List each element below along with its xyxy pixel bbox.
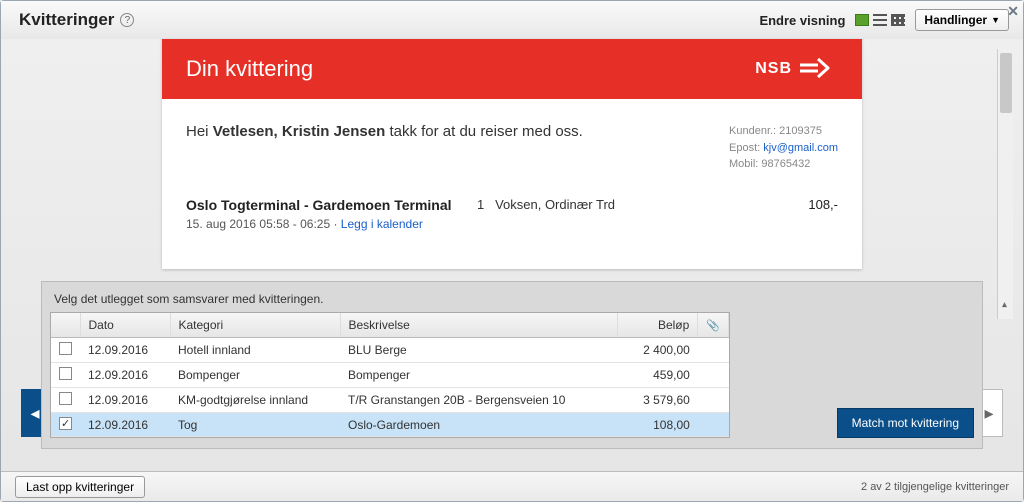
col-date[interactable]: Dato (80, 313, 170, 338)
table-row[interactable]: 12.09.2016TogOslo-Gardemoen108,00 (51, 413, 729, 437)
col-amount[interactable]: Beløp (618, 313, 698, 338)
cell-description: BLU Berge (340, 338, 618, 363)
calendar-link[interactable]: Legg i kalender (341, 217, 423, 231)
paperclip-icon: 📎 (706, 320, 720, 332)
epost-label: Epost: (729, 142, 760, 154)
cell-description: Bompenger (340, 363, 618, 388)
cell-date: 12.09.2016 (80, 363, 170, 388)
epost-value: kjv@gmail.com (763, 142, 838, 154)
ticket-price: 108,- (758, 197, 838, 212)
help-icon[interactable]: ? (120, 13, 134, 27)
scrollbar-vertical[interactable]: ▾ (997, 49, 1013, 319)
greeting-suffix: takk for at du reiser med oss. (389, 123, 582, 140)
row-checkbox[interactable] (59, 367, 72, 380)
cell-attachment (698, 388, 729, 413)
scrollbar-arrow-down-icon[interactable]: ▾ (1002, 299, 1007, 310)
col-attachment[interactable]: 📎 (698, 313, 729, 338)
scrollbar-thumb[interactable] (1000, 53, 1012, 113)
table-row[interactable]: 12.09.2016KM-godtgjørelse innlandT/R Gra… (51, 388, 729, 413)
row-checkbox[interactable] (59, 417, 72, 430)
match-panel: Velg det utlegget som samsvarer med kvit… (41, 281, 983, 449)
cell-category: Tog (170, 413, 340, 437)
row-checkbox[interactable] (59, 342, 72, 355)
ticket-route: Oslo Togterminal - Gardemoen Terminal (186, 197, 467, 213)
page-title: Kvitteringer (19, 10, 114, 30)
table-row[interactable]: 12.09.2016BompengerBompenger459,00 (51, 363, 729, 388)
expense-table: Dato Kategori Beskrivelse Beløp 📎 12.09.… (51, 313, 729, 437)
receipt-greeting: Hei Vetlesen, Kristin Jensen takk for at… (186, 123, 583, 140)
cell-attachment (698, 363, 729, 388)
cell-attachment (698, 338, 729, 363)
ticket-datetime: 15. aug 2016 05:58 - 06:25 (186, 217, 330, 231)
actions-button-label: Handlinger (924, 13, 987, 27)
nsb-logo-icon (798, 55, 838, 83)
cell-attachment (698, 413, 729, 437)
row-checkbox[interactable] (59, 392, 72, 405)
col-description[interactable]: Beskrivelse (340, 313, 618, 338)
greeting-prefix: Hei (186, 123, 209, 140)
view-list-icon[interactable] (873, 14, 887, 26)
cell-description: T/R Granstangen 20B - Bergensveien 10 (340, 388, 618, 413)
col-checkbox (51, 313, 80, 338)
view-grid-icon[interactable] (891, 14, 905, 26)
cell-amount: 459,00 (618, 363, 698, 388)
cell-amount: 2 400,00 (618, 338, 698, 363)
cell-date: 12.09.2016 (80, 413, 170, 437)
customer-info: Kundenr.: 2109375 Epost: kjv@gmail.com M… (729, 123, 838, 173)
kundenr-value: 2109375 (779, 125, 822, 137)
footer-bar: Last opp kvitteringer 2 av 2 tilgjengeli… (1, 471, 1023, 501)
nsb-logo: NSB (755, 55, 838, 83)
receipt-hero-title: Din kvittering (186, 56, 313, 82)
close-icon[interactable]: ✕ (1007, 3, 1019, 20)
cell-description: Oslo-Gardemoen (340, 413, 618, 437)
mobil-value: 98765432 (761, 158, 810, 170)
footer-status: 2 av 2 tilgjengelige kvitteringer (861, 481, 1009, 493)
nsb-logo-text: NSB (755, 60, 792, 78)
chevron-down-icon: ▼ (991, 15, 1000, 25)
cell-amount: 3 579,60 (618, 388, 698, 413)
upload-button[interactable]: Last opp kvitteringer (15, 476, 145, 498)
view-label: Endre visning (759, 13, 845, 28)
cell-date: 12.09.2016 (80, 338, 170, 363)
cell-category: Bompenger (170, 363, 340, 388)
cell-date: 12.09.2016 (80, 388, 170, 413)
mobil-label: Mobil: (729, 158, 758, 170)
actions-button[interactable]: Handlinger ▼ (915, 9, 1009, 31)
header-bar: Kvitteringer ? Endre visning Handlinger … (1, 1, 1023, 39)
match-button[interactable]: Match mot kvittering (837, 408, 974, 438)
cell-amount: 108,00 (618, 413, 698, 437)
receipt-preview: Din kvittering NSB Hei Vetlesen, Kristin… (162, 39, 862, 269)
greeting-name: Vetlesen, Kristin Jensen (213, 123, 386, 140)
view-thumbnail-icon[interactable] (855, 14, 869, 26)
cell-category: Hotell innland (170, 338, 340, 363)
col-category[interactable]: Kategori (170, 313, 340, 338)
ticket-type: Voksen, Ordinær Trd (495, 197, 615, 212)
cell-category: KM-godtgjørelse innland (170, 388, 340, 413)
table-row[interactable]: 12.09.2016Hotell innlandBLU Berge2 400,0… (51, 338, 729, 363)
kundenr-label: Kundenr.: (729, 125, 776, 137)
ticket-qty: 1 (477, 197, 484, 212)
match-instruction: Velg det utlegget som samsvarer med kvit… (50, 290, 974, 312)
